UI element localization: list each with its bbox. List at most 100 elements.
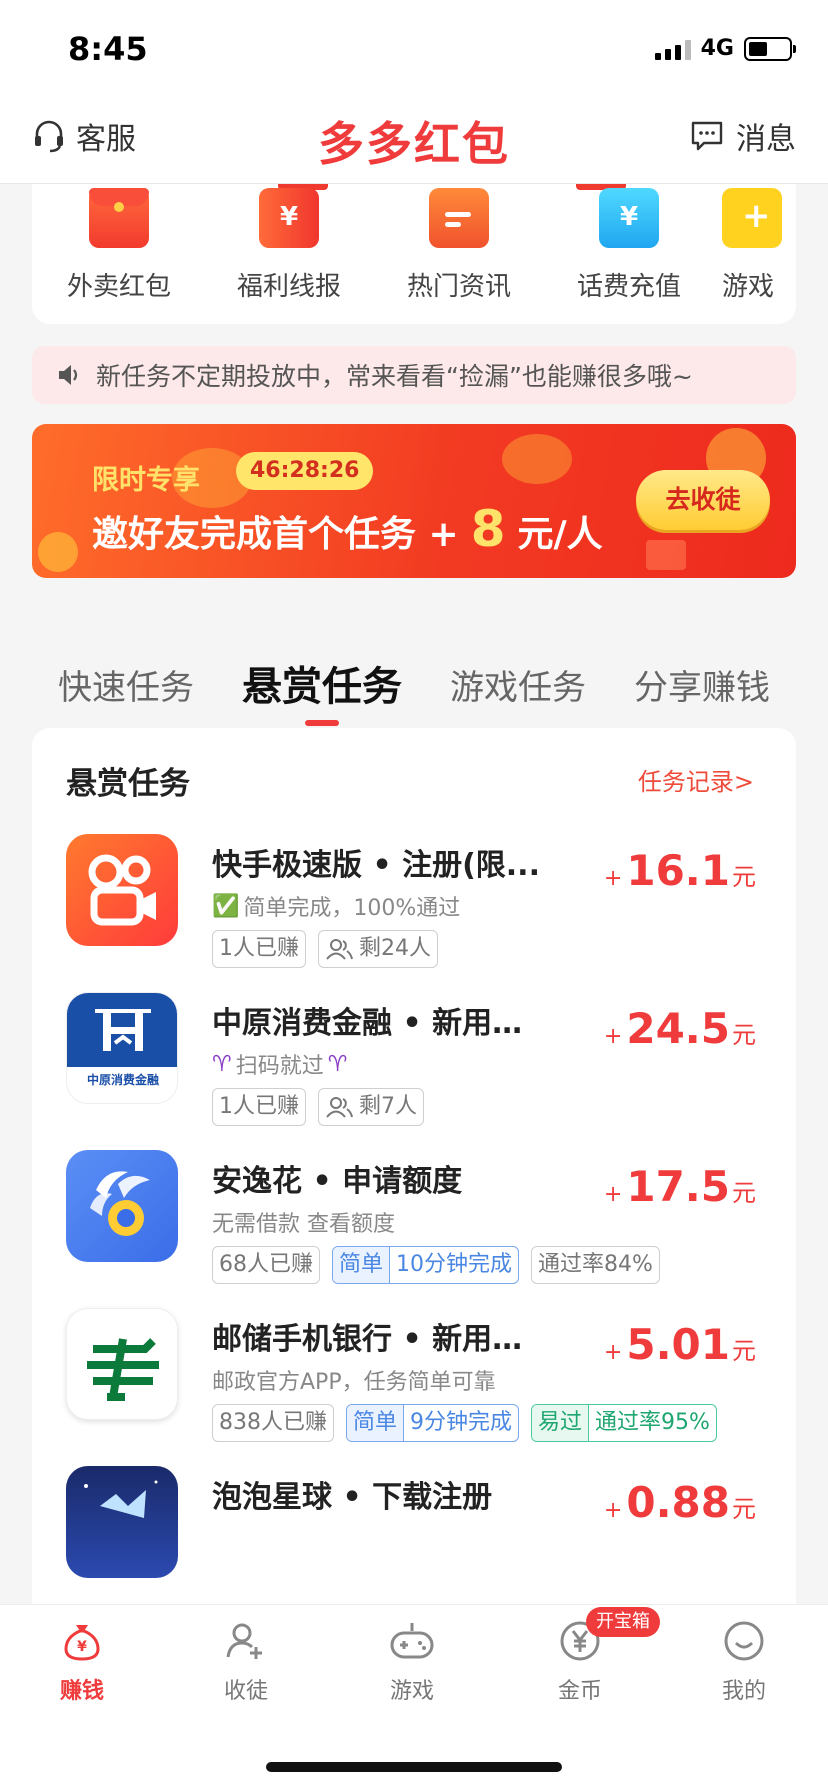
task-item[interactable]: 安逸花 • 申请额度 无需借款 查看额度 68人已赚 简单 10分钟完成 通过率… — [32, 1150, 796, 1330]
reward-unit: 元 — [732, 1021, 756, 1049]
reward-unit: 元 — [732, 1495, 756, 1523]
quick-item-label: 外卖红包 — [66, 272, 171, 302]
quick-menu: 外卖红包 ¥ 福利线报 热门资讯 ¥ 话费充值 + 游戏 — [32, 184, 796, 324]
nav-label: 收徒 — [223, 1679, 268, 1704]
status-bar: 8:45 4G — [0, 0, 828, 96]
task-tags: 1人已赚 剩24人 — [212, 930, 438, 968]
home-indicator — [266, 1762, 562, 1772]
countdown-timer: 46:28:26 — [236, 452, 374, 490]
task-subtitle: 无需借款 查看额度 — [212, 1206, 395, 1238]
banner-text-after: 元/人 — [517, 514, 603, 555]
tab-game-tasks[interactable]: 游戏任务 — [450, 660, 586, 709]
task-reward: + 5.01 元 — [603, 1320, 756, 1369]
phone-recharge-icon: ¥ — [599, 188, 659, 248]
nav-recruit[interactable]: 收徒 — [196, 1619, 296, 1705]
quick-item-takeout-redpacket[interactable]: 外卖红包 — [54, 184, 184, 303]
task-tags: 1人已赚 剩7人 — [212, 1088, 424, 1126]
quick-item-welfare-news[interactable]: ¥ 福利线报 — [224, 184, 354, 303]
task-item[interactable]: 中原消费金融 中原消费金融 • 新用户... ♈ 扫码就过 ♈ 1人已赚 剩7人… — [32, 992, 796, 1172]
task-reward: + 16.1 元 — [603, 846, 756, 895]
game-plus-icon: + — [722, 188, 782, 248]
task-subtitle: ✅ 简单完成，100%通过 — [212, 890, 460, 922]
task-subtitle-text: 简单完成，100%通过 — [243, 896, 461, 921]
nav-profile[interactable]: 我的 — [694, 1619, 794, 1705]
notice-bar[interactable]: 新任务不定期投放中，常来看看“捡漏”也能赚很多哦~ — [32, 346, 796, 404]
task-title: 中原消费金融 • 新用户... — [212, 1006, 552, 1041]
task-item[interactable]: 邮储手机银行 • 新用户... 邮政官方APP，任务简单可靠 838人已赚 简单… — [32, 1308, 796, 1488]
remaining-text: 剩24人 — [359, 936, 431, 961]
kuaishou-logo-icon — [66, 834, 178, 946]
banner-tag: 限时专享 — [92, 465, 200, 496]
paopao-planet-logo-icon — [66, 1466, 178, 1578]
reward-unit: 元 — [732, 1179, 756, 1207]
section-title: 悬赏任务 — [66, 766, 190, 802]
banner-text-before: 邀好友完成首个任务 + — [92, 514, 459, 555]
nav-label: 游戏 — [389, 1679, 434, 1704]
reward-amount: 24.5 — [626, 1004, 730, 1053]
signal-icon — [654, 38, 691, 60]
smiley-icon — [724, 1621, 764, 1661]
duration-label: 9分钟完成 — [410, 1410, 513, 1435]
task-reward: + 0.88 元 — [603, 1478, 756, 1527]
tab-bounty-tasks[interactable]: 悬赏任务 — [242, 654, 402, 712]
invite-banner[interactable]: 限时专享 46:28:26 邀好友完成首个任务 + 8 元/人 去收徒 — [32, 424, 796, 578]
duration-label: 10分钟完成 — [396, 1252, 513, 1277]
logo-text: 中原消费金融 — [86, 1073, 159, 1087]
zhongyuan-finance-logo-icon: 中原消费金融 — [66, 992, 178, 1104]
earned-count: 1人已赚 — [212, 930, 306, 968]
task-subtitle: ♈ 扫码就过 ♈ — [212, 1048, 347, 1080]
nav-earn[interactable]: ¥ 赚钱 — [32, 1619, 132, 1705]
remaining-count: 剩24人 — [318, 930, 438, 968]
earned-count: 838人已赚 — [212, 1404, 334, 1442]
nav-games[interactable]: 游戏 — [362, 1619, 462, 1705]
task-subtitle-text: 邮政官方APP，任务简单可靠 — [212, 1370, 496, 1395]
notice-text: 新任务不定期投放中，常来看看“捡漏”也能赚很多哦~ — [96, 362, 693, 391]
difficulty-tag: 简单 10分钟完成 — [332, 1246, 520, 1284]
quick-item-phone-recharge[interactable]: ¥ 话费充值 — [564, 184, 694, 303]
pass-rate-tag: 易过 通过率95% — [531, 1404, 717, 1442]
task-record-link[interactable]: 任务记录> — [638, 762, 754, 797]
task-subtitle-text: 无需借款 查看额度 — [212, 1212, 395, 1237]
quick-item-hot-news[interactable]: 热门资讯 — [394, 184, 524, 303]
messages-button[interactable]: 消息 — [690, 114, 796, 158]
aries-emoji-icon: ♈ — [327, 1051, 348, 1077]
quick-item-label: 话费充值 — [576, 272, 681, 302]
difficulty-label: 简单 — [347, 1405, 405, 1441]
task-subtitle: 邮政官方APP，任务简单可靠 — [212, 1364, 496, 1396]
money-bag-icon: ¥ — [64, 1625, 100, 1661]
tab-share-earn[interactable]: 分享赚钱 — [634, 660, 770, 709]
earned-count: 68人已赚 — [212, 1246, 320, 1284]
task-item[interactable]: 快手极速版 • 注册(限... ✅ 简单完成，100%通过 1人已赚 剩24人 … — [32, 834, 796, 1014]
reward-amount: 17.5 — [626, 1162, 730, 1211]
status-time: 8:45 — [68, 30, 148, 68]
nav-label: 金币 — [557, 1679, 602, 1704]
task-title: 邮储手机银行 • 新用户... — [212, 1322, 552, 1357]
earned-count: 1人已赚 — [212, 1088, 306, 1126]
pass-rate-label: 通过率95% — [595, 1410, 710, 1435]
task-tags: 68人已赚 简单 10分钟完成 通过率84% — [212, 1246, 660, 1284]
quick-item-game[interactable]: + 游戏 — [722, 184, 796, 303]
task-reward: + 24.5 元 — [603, 1004, 756, 1053]
people-icon — [326, 939, 353, 960]
remaining-text: 剩7人 — [359, 1094, 417, 1119]
reward-amount: 5.01 — [626, 1320, 730, 1369]
messages-label: 消息 — [736, 122, 796, 157]
coupon-ticket-icon: ¥ — [259, 188, 319, 248]
gamepad-icon — [390, 1623, 434, 1659]
banner-amount: 8 — [470, 500, 506, 558]
nav-label: 赚钱 — [59, 1679, 104, 1704]
task-title: 泡泡星球 • 下载注册 — [212, 1480, 493, 1515]
treasure-chest-badge[interactable]: 开宝箱 — [586, 1607, 660, 1637]
quick-item-label: 热门资讯 — [406, 272, 511, 302]
quick-item-label: 游戏 — [722, 272, 775, 302]
remaining-count: 剩7人 — [318, 1088, 424, 1126]
tab-quick-tasks[interactable]: 快速任务 — [58, 660, 194, 709]
add-user-icon — [226, 1623, 262, 1659]
news-icon — [429, 188, 489, 248]
difficulty-label: 简单 — [333, 1247, 391, 1283]
reward-amount: 0.88 — [626, 1478, 730, 1527]
task-tags: 838人已赚 简单 9分钟完成 易过 通过率95% — [212, 1404, 717, 1442]
aries-emoji-icon: ♈ — [212, 1051, 232, 1077]
pass-rate-tag: 通过率84% — [531, 1246, 660, 1284]
recruit-button[interactable]: 去收徒 — [636, 470, 770, 530]
